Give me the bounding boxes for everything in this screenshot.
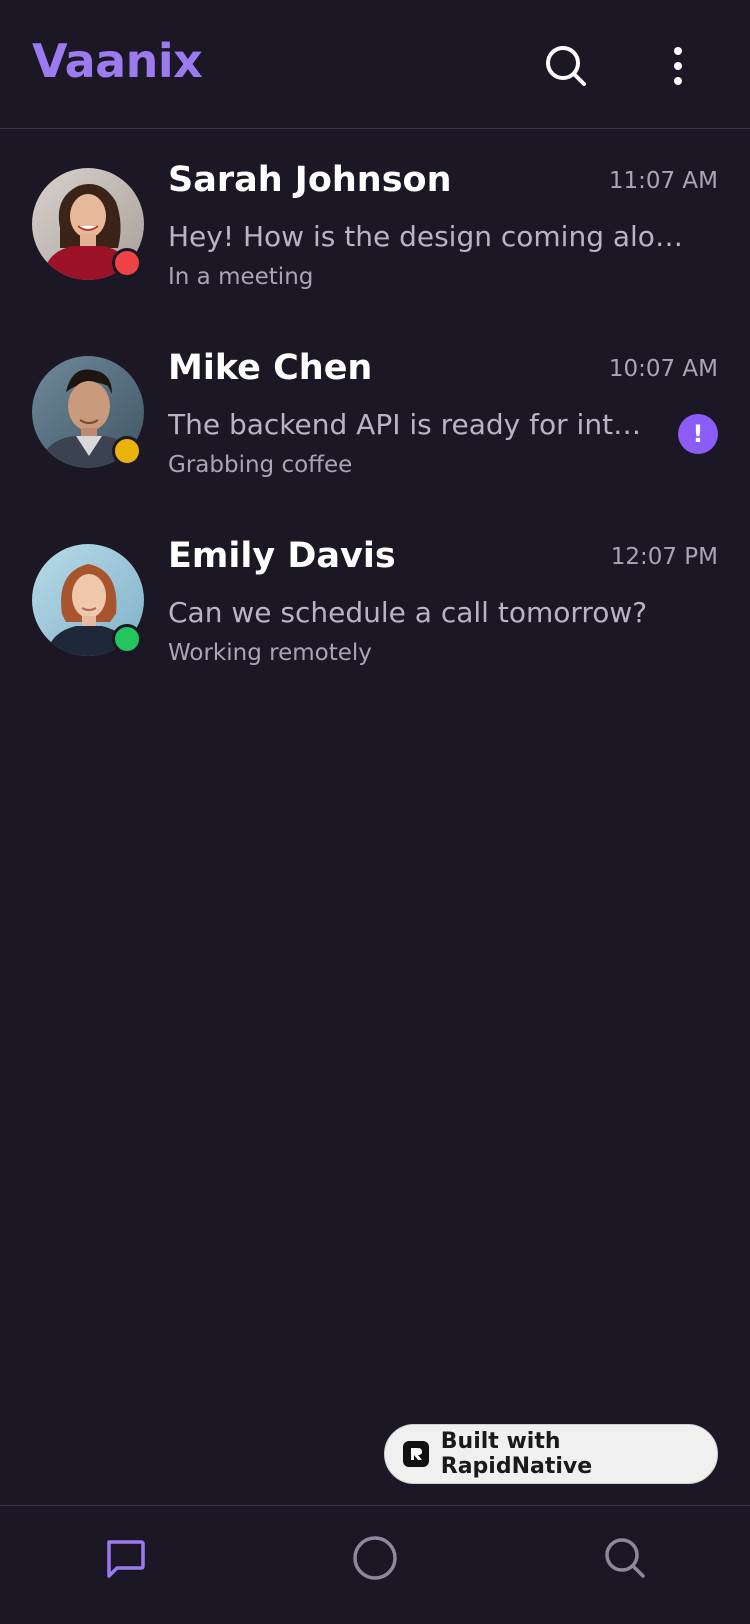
message-time: 12:07 PM: [610, 544, 718, 570]
more-vertical-icon: [674, 47, 682, 85]
contact-name: Sarah Johnson: [168, 160, 452, 200]
chat-item-sarah-johnson[interactable]: Sarah Johnson 11:07 AM Hey! How is the d…: [0, 130, 750, 318]
search-icon: [546, 46, 586, 86]
message-time: 10:07 AM: [608, 356, 718, 382]
contact-status: Working remotely: [168, 640, 372, 666]
status-indicator: [112, 248, 142, 278]
avatar-container: [32, 168, 144, 280]
circle-icon: [353, 1536, 397, 1580]
tab-search[interactable]: [500, 1506, 750, 1624]
avatar-container: [32, 356, 144, 468]
chat-item-mike-chen[interactable]: Mike Chen 10:07 AM The backend API is re…: [0, 318, 750, 506]
more-options-button[interactable]: [654, 42, 702, 90]
built-with-label: Built with RapidNative: [440, 1429, 593, 1479]
contact-status: Grabbing coffee: [168, 452, 353, 478]
tab-chats[interactable]: [0, 1506, 250, 1624]
avatar-container: [32, 544, 144, 656]
built-with-badge[interactable]: Built with RapidNative: [384, 1424, 718, 1484]
rapidnative-logo-icon: [403, 1441, 429, 1467]
chat-item-emily-davis[interactable]: Emily Davis 12:07 PM Can we schedule a c…: [0, 506, 750, 694]
contact-name: Emily Davis: [168, 536, 396, 576]
bottom-tab-bar: [0, 1505, 750, 1624]
contact-name: Mike Chen: [168, 348, 373, 388]
tab-status[interactable]: [250, 1506, 500, 1624]
app-title: Vaanix: [32, 34, 203, 88]
search-icon: [605, 1538, 645, 1578]
chat-bubble-icon: [107, 1540, 145, 1578]
message-preview: Hey! How is the design coming along?: [168, 220, 688, 253]
contact-status: In a meeting: [168, 264, 314, 290]
unread-badge: !: [678, 414, 718, 454]
message-time: 11:07 AM: [608, 168, 718, 194]
status-indicator: [112, 624, 142, 654]
app-header: Vaanix: [0, 0, 750, 129]
status-indicator: [112, 436, 142, 466]
message-preview: Can we schedule a call tomorrow?: [168, 596, 648, 629]
message-preview: The backend API is ready for integration: [168, 408, 658, 441]
search-button[interactable]: [542, 42, 590, 90]
